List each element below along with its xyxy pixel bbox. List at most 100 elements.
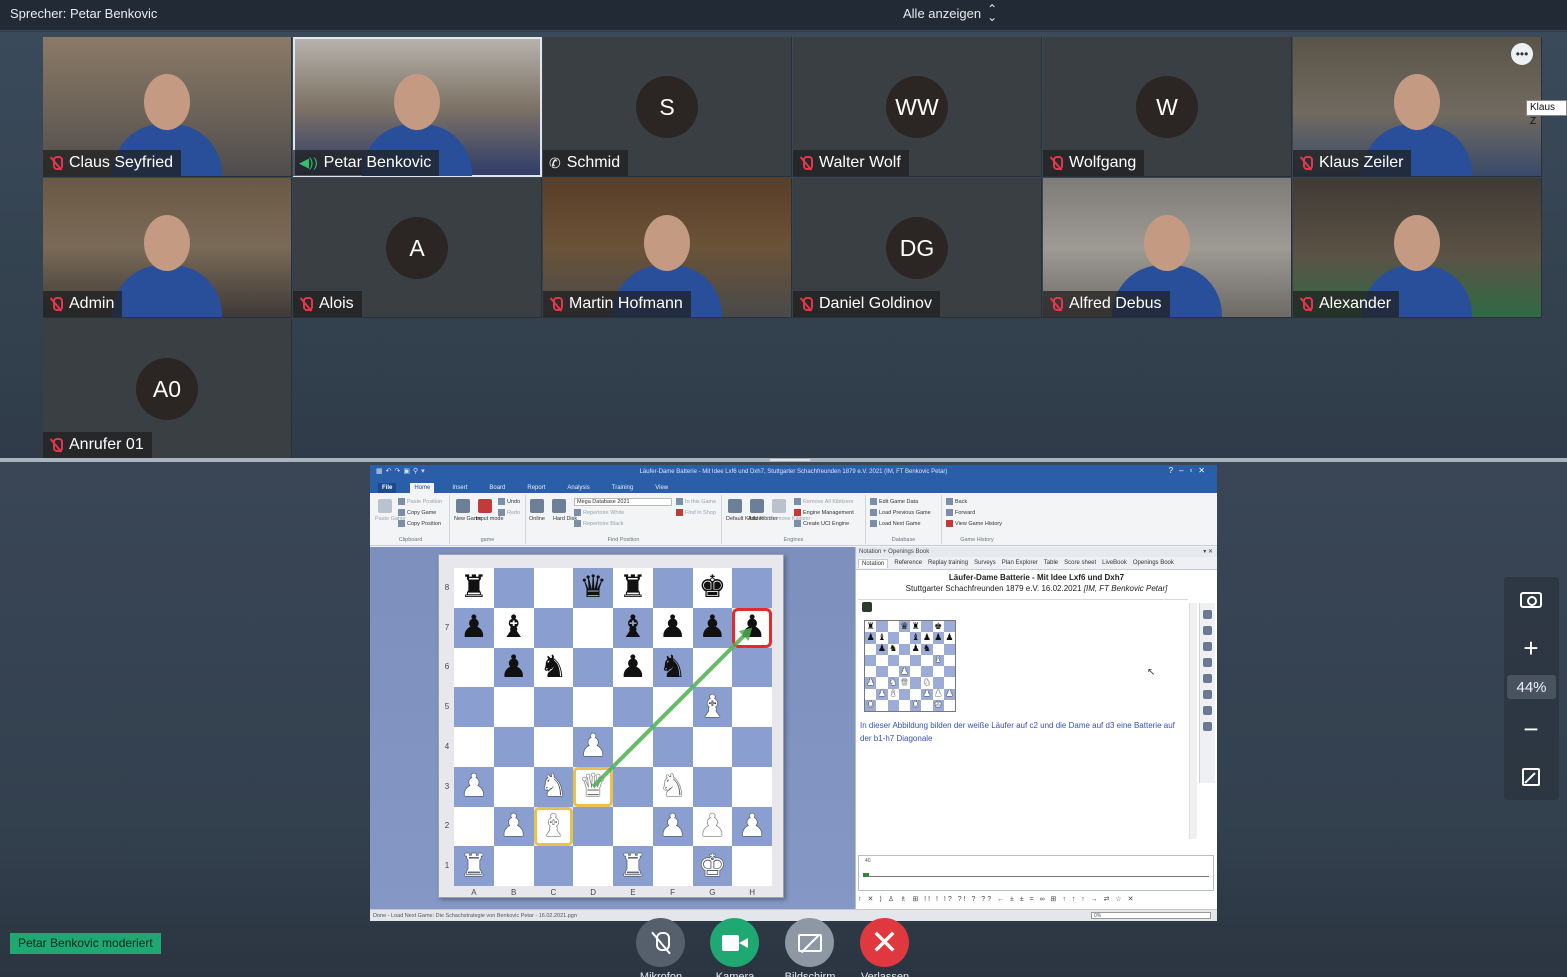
white-rook-icon[interactable]: ♜ (619, 850, 647, 882)
square-e5[interactable] (613, 687, 653, 727)
participant-tile[interactable]: Claus Seyfried (43, 37, 292, 177)
database-select[interactable]: Mega Database 2021 (574, 498, 672, 506)
square-b2[interactable]: ♟ (493, 806, 534, 847)
black-knight-icon[interactable]: ♞ (659, 651, 687, 683)
engine-management-button[interactable]: Engine Management (794, 509, 854, 516)
black-bishop-icon[interactable]: ♝ (500, 612, 528, 643)
notation-tab[interactable]: LiveBook (1102, 560, 1127, 566)
back-button[interactable]: Back (946, 498, 967, 505)
square-f7[interactable]: ♟ (652, 607, 693, 648)
square-f8[interactable] (652, 568, 693, 608)
participant-tile[interactable]: ◀)) Petar Benkovic (293, 37, 542, 177)
tool-icon[interactable] (1203, 674, 1212, 683)
ribbon-tab-analysis[interactable]: Analysis (563, 483, 593, 493)
white-pawn-icon[interactable]: ♟ (579, 731, 607, 762)
square-b6[interactable]: ♟ (493, 647, 534, 688)
participant-tile[interactable]: A0 Anrufer 01 (43, 319, 292, 459)
square-h1[interactable] (732, 846, 772, 886)
tool-icon[interactable] (1203, 722, 1212, 731)
square-c7[interactable] (533, 607, 574, 648)
square-b7[interactable]: ♝ (493, 607, 534, 648)
square-e1[interactable]: ♜ (613, 846, 653, 886)
black-rook-icon[interactable]: ♜ (460, 572, 488, 603)
square-h6[interactable] (732, 647, 772, 688)
white-pawn-icon[interactable]: ♟ (738, 810, 766, 842)
black-bishop-icon[interactable]: ♝ (619, 612, 647, 643)
white-bishop-icon[interactable]: ♝ (698, 691, 726, 723)
screenshot-button[interactable] (1517, 586, 1545, 614)
ribbon-tab-file[interactable]: File (378, 483, 397, 493)
engine-icon[interactable] (862, 602, 872, 612)
square-a8[interactable]: ♜ (454, 568, 494, 608)
square-h4[interactable] (732, 727, 772, 767)
black-knight-icon[interactable]: ♞ (539, 651, 567, 683)
square-a7[interactable]: ♟ (454, 607, 494, 648)
notation-tab[interactable]: Plan Explorer (1002, 560, 1038, 566)
black-pawn-icon[interactable]: ♟ (619, 651, 647, 683)
square-c2[interactable]: ♝ (533, 806, 574, 847)
remove-all-kibitzers-button[interactable]: Remove All Kibitzers (794, 498, 853, 505)
repertoire-white-button[interactable]: Repertoire White (574, 509, 624, 516)
square-e6[interactable]: ♟ (613, 647, 653, 688)
create-uci-engine-button[interactable]: Create UCI Engine (794, 520, 849, 527)
ribbon-tab-board[interactable]: Board (485, 483, 509, 493)
square-c5[interactable] (533, 687, 574, 727)
notation-body[interactable]: ♜ ♛ ♜ ♚ ♟ ♝ ♝ ♟ ♟ ♟ ♟ ♞ ♟ ♞ ♝ ♟ ♟ ♞ ♛ ♞ ♟ ♝ ♟ ♟ ♟ ♜ ♜ ♚ In dieser A… (858, 599, 1188, 837)
participant-tile[interactable]: DG Daniel Goldinov (793, 178, 1042, 318)
notation-tab[interactable]: Notation (858, 558, 889, 568)
participant-tile[interactable]: Admin (43, 178, 292, 318)
black-pawn-icon[interactable]: ♟ (460, 612, 488, 643)
square-f3[interactable]: ♞ (652, 766, 693, 807)
square-a6[interactable] (454, 647, 494, 688)
white-bishop-icon[interactable]: ♝ (539, 810, 567, 842)
square-b5[interactable] (493, 687, 534, 727)
input-mode-button[interactable]: Input mode (476, 516, 504, 522)
ribbon-tab-home[interactable]: Home (410, 483, 435, 493)
square-g2[interactable]: ♟ (692, 806, 733, 847)
square-b1[interactable] (493, 846, 534, 886)
black-pawn-icon[interactable]: ♟ (698, 612, 726, 643)
evaluation-graph[interactable]: 40 (858, 855, 1214, 891)
square-g4[interactable] (692, 727, 733, 767)
square-h3[interactable] (732, 766, 772, 807)
square-c4[interactable] (533, 727, 574, 767)
square-e4[interactable] (613, 727, 653, 767)
white-pawn-icon[interactable]: ♟ (460, 771, 488, 802)
participant-tile[interactable]: Alfred Debus (1043, 178, 1292, 318)
white-pawn-icon[interactable]: ♟ (659, 810, 687, 842)
black-pawn-icon[interactable]: ♟ (500, 651, 528, 683)
square-d7[interactable] (573, 607, 613, 648)
square-d6[interactable] (573, 647, 613, 688)
square-e2[interactable] (613, 806, 653, 847)
square-d8[interactable]: ♛ (573, 568, 613, 608)
square-a1[interactable]: ♜ (454, 846, 494, 886)
view-game-history-button[interactable]: View Game History (946, 520, 1002, 527)
pop-out-button[interactable] (1517, 763, 1545, 791)
screen-share-button[interactable] (785, 918, 834, 967)
load-previous-game-button[interactable]: Load Previous Game (870, 509, 931, 516)
notation-tab[interactable]: Score sheet (1064, 560, 1096, 566)
square-d1[interactable] (573, 846, 613, 886)
square-h7[interactable]: ♟ (732, 607, 772, 648)
participant-tile[interactable]: WW Walter Wolf (793, 37, 1042, 177)
square-b4[interactable] (493, 727, 534, 767)
square-e3[interactable] (613, 766, 653, 807)
divider-grip[interactable] (770, 459, 810, 461)
square-f2[interactable]: ♟ (652, 806, 693, 847)
quick-access-icons[interactable]: ▦↶↷▣⚲▾ (376, 467, 428, 475)
zoom-out-button[interactable]: − (1517, 714, 1545, 744)
tool-icon[interactable] (1203, 690, 1212, 699)
forward-button[interactable]: Forward (946, 509, 975, 516)
close-icon[interactable]: ▾ ✕ (1203, 547, 1213, 557)
square-c1[interactable] (533, 846, 574, 886)
notation-scrollbar[interactable] (1189, 603, 1197, 839)
annotation-symbol-bar[interactable]: ↑ ✕ ⟩ ♙ ♗ ⊞ !! ! !? ?! ? ?? ← ± ± = ∞ ⊞ … (858, 895, 1214, 907)
black-pawn-icon[interactable]: ♟ (738, 612, 766, 643)
tool-icon[interactable] (1203, 642, 1212, 651)
square-g6[interactable] (692, 647, 733, 688)
load-next-game-button[interactable]: Load Next Game (870, 520, 921, 527)
participant-tile[interactable]: ••• Klaus Zeiler (1293, 37, 1542, 177)
window-controls[interactable]: ?‒▫✕ (1169, 466, 1211, 475)
leave-button[interactable]: ✕ (860, 918, 909, 967)
online-button[interactable]: Online (529, 516, 545, 522)
